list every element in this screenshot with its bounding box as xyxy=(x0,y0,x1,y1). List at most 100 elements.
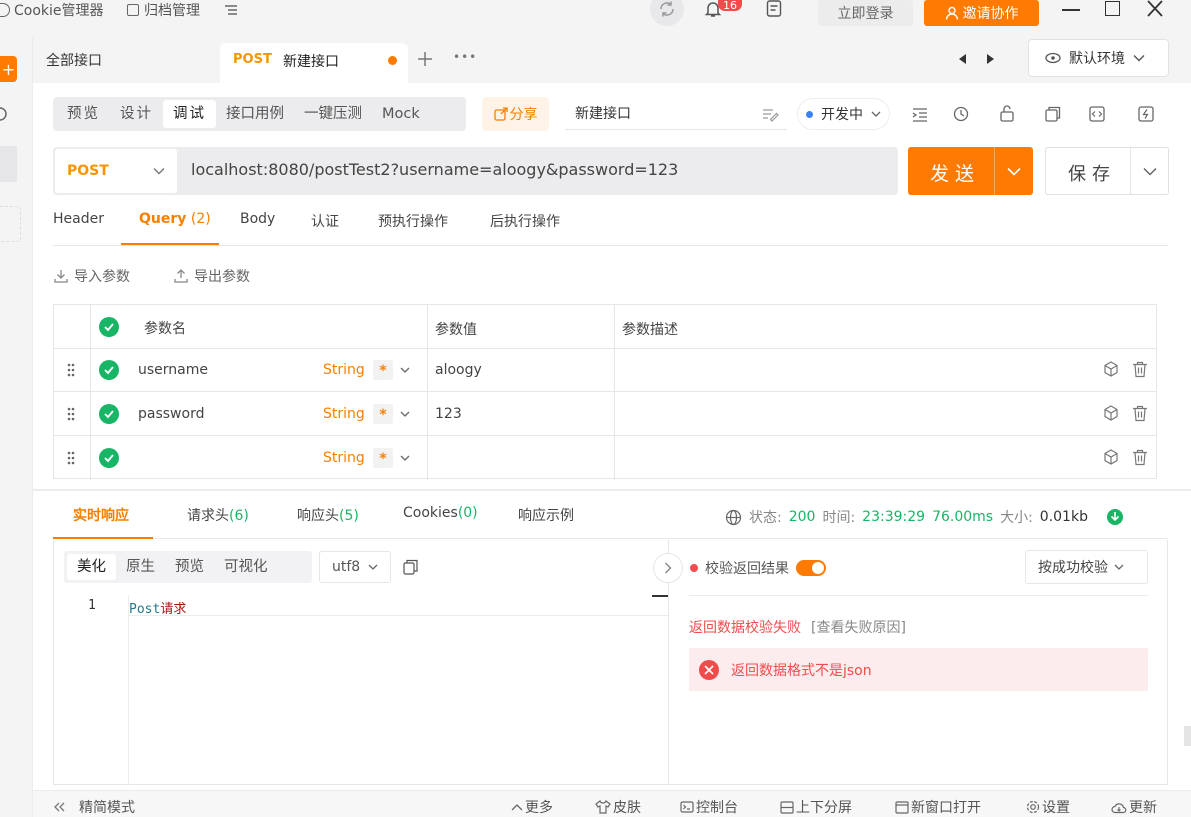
view-tab-visualize[interactable]: 可视化 xyxy=(214,554,278,580)
download-icon[interactable] xyxy=(1106,509,1123,525)
required-toggle[interactable]: * xyxy=(373,404,393,424)
invite-button[interactable]: 邀请协作 xyxy=(924,0,1039,26)
add-icon[interactable]: + xyxy=(0,56,17,82)
list-menu-icon[interactable] xyxy=(224,0,238,20)
tab-response-example[interactable]: 响应示例 xyxy=(518,505,574,525)
update-button[interactable]: 更新 xyxy=(1111,797,1157,817)
chevron-down-icon[interactable] xyxy=(400,367,410,374)
export-params-button[interactable]: 导出参数 xyxy=(174,266,250,286)
environment-select[interactable]: 默认环境 xyxy=(1028,39,1169,77)
select-all-checkbox[interactable] xyxy=(99,317,119,337)
maximize-icon[interactable] xyxy=(1105,1,1120,16)
collapse-panel-button[interactable] xyxy=(653,553,683,583)
archive-manager-link[interactable]: 归档管理 xyxy=(127,0,200,20)
mode-tab-preview[interactable]: 预览 xyxy=(57,100,110,128)
login-button[interactable]: 立即登录 xyxy=(818,0,913,26)
mode-tab-test-cases[interactable]: 接口用例 xyxy=(216,100,294,128)
row-checkbox[interactable] xyxy=(99,404,119,424)
sync-icon[interactable] xyxy=(650,0,684,26)
refresh-icon[interactable] xyxy=(0,106,10,122)
required-toggle[interactable]: * xyxy=(373,448,393,468)
lock-icon[interactable] xyxy=(1000,105,1014,122)
sidebar-selected-item[interactable] xyxy=(0,146,17,182)
tab-new-api[interactable]: POST 新建接口 xyxy=(220,43,408,83)
more-tabs-icon[interactable]: ••• xyxy=(453,50,477,64)
view-reason-link[interactable]: [查看失败原因] xyxy=(811,617,906,637)
view-tab-raw[interactable]: 原生 xyxy=(116,554,165,580)
mode-tab-design[interactable]: 设计 xyxy=(110,100,163,128)
trash-icon[interactable] xyxy=(1132,449,1148,466)
more-button[interactable]: 更多 xyxy=(511,797,553,817)
param-type-select[interactable]: String xyxy=(323,362,365,378)
window-scrollbar[interactable] xyxy=(1184,726,1191,746)
url-input[interactable]: localhost:8080/postTest2?username=aloogy… xyxy=(191,160,678,179)
row-checkbox[interactable] xyxy=(99,360,119,380)
cube-icon[interactable] xyxy=(1103,361,1119,377)
history-icon[interactable] xyxy=(953,106,969,122)
split-view-button[interactable]: 上下分屏 xyxy=(780,797,852,817)
tab-query[interactable]: Query (2) xyxy=(139,211,211,227)
cookie-manager-link[interactable]: Cookie管理器 xyxy=(0,0,104,20)
dev-status-select[interactable]: 开发中 xyxy=(797,98,890,130)
drag-handle-icon[interactable] xyxy=(67,363,75,377)
drag-handle-icon[interactable] xyxy=(67,451,75,465)
tab-cookies[interactable]: Cookies(0) xyxy=(403,505,478,521)
chevron-down-icon[interactable] xyxy=(400,455,410,462)
sidebar-dashed-item[interactable] xyxy=(0,206,21,242)
scrollbar-thumb[interactable] xyxy=(652,595,668,597)
close-icon[interactable] xyxy=(1146,0,1164,18)
trash-icon[interactable] xyxy=(1132,361,1148,378)
encoding-select[interactable]: utf8 xyxy=(319,551,391,583)
trash-icon[interactable] xyxy=(1132,405,1148,422)
required-toggle[interactable]: * xyxy=(373,360,393,380)
tab-post-script[interactable]: 后执行操作 xyxy=(490,211,560,231)
outline-icon[interactable] xyxy=(912,108,928,122)
send-button[interactable]: 发送 xyxy=(908,147,1033,195)
tab-all-apis[interactable]: 全部接口 xyxy=(46,50,102,70)
param-type-select[interactable]: String xyxy=(323,450,365,466)
mode-tab-debug[interactable]: 调试 xyxy=(163,100,216,128)
tab-realtime-response[interactable]: 实时响应 xyxy=(73,505,129,525)
skin-button[interactable]: 皮肤 xyxy=(595,797,641,817)
save-dropdown[interactable] xyxy=(1130,148,1169,194)
param-value-input[interactable]: 123 xyxy=(435,406,462,422)
code-editor[interactable]: 1 Post请求 xyxy=(54,595,668,785)
copy-icon[interactable] xyxy=(403,559,418,575)
api-name-input[interactable]: 新建接口 xyxy=(565,98,787,130)
share-button[interactable]: 分享 xyxy=(482,97,549,131)
console-button[interactable]: 控制台 xyxy=(680,797,738,817)
tab-prev-icon[interactable] xyxy=(957,53,967,65)
tab-header[interactable]: Header xyxy=(53,211,104,227)
row-checkbox[interactable] xyxy=(99,448,119,468)
settings-button[interactable]: 设置 xyxy=(1026,797,1070,817)
save-button[interactable]: 保存 xyxy=(1045,147,1169,195)
verify-mode-select[interactable]: 按成功校验 xyxy=(1025,550,1148,584)
import-params-button[interactable]: 导入参数 xyxy=(54,266,130,286)
new-window-button[interactable]: 新窗口打开 xyxy=(895,797,981,817)
minimize-icon[interactable] xyxy=(1062,9,1080,11)
view-tab-pretty[interactable]: 美化 xyxy=(67,554,116,580)
tab-body[interactable]: Body xyxy=(240,211,275,227)
drag-handle-icon[interactable] xyxy=(67,407,75,421)
cube-icon[interactable] xyxy=(1103,449,1119,465)
send-dropdown[interactable] xyxy=(994,147,1033,195)
mode-tab-load-test[interactable]: 一键压测 xyxy=(294,100,372,128)
param-name-input[interactable]: password xyxy=(138,406,204,422)
view-tab-preview[interactable]: 预览 xyxy=(165,554,214,580)
tab-pre-script[interactable]: 预执行操作 xyxy=(378,211,448,231)
verify-toggle[interactable] xyxy=(796,560,826,576)
simple-mode-button[interactable]: 精简模式 xyxy=(53,797,135,817)
flash-icon[interactable] xyxy=(1138,106,1154,122)
method-select[interactable]: POST xyxy=(55,149,177,193)
tab-auth[interactable]: 认证 xyxy=(311,211,339,231)
notes-icon[interactable] xyxy=(766,0,782,18)
code-icon[interactable] xyxy=(1089,106,1105,122)
param-type-select[interactable]: String xyxy=(323,406,365,422)
chevron-down-icon[interactable] xyxy=(400,411,410,418)
param-name-input[interactable]: username xyxy=(138,362,208,378)
mode-tab-mock[interactable]: Mock xyxy=(372,100,430,128)
tab-response-headers[interactable]: 响应头(5) xyxy=(297,505,359,525)
add-tab-icon[interactable] xyxy=(417,51,433,67)
tab-next-icon[interactable] xyxy=(986,53,996,65)
param-value-input[interactable]: aloogy xyxy=(435,362,482,378)
